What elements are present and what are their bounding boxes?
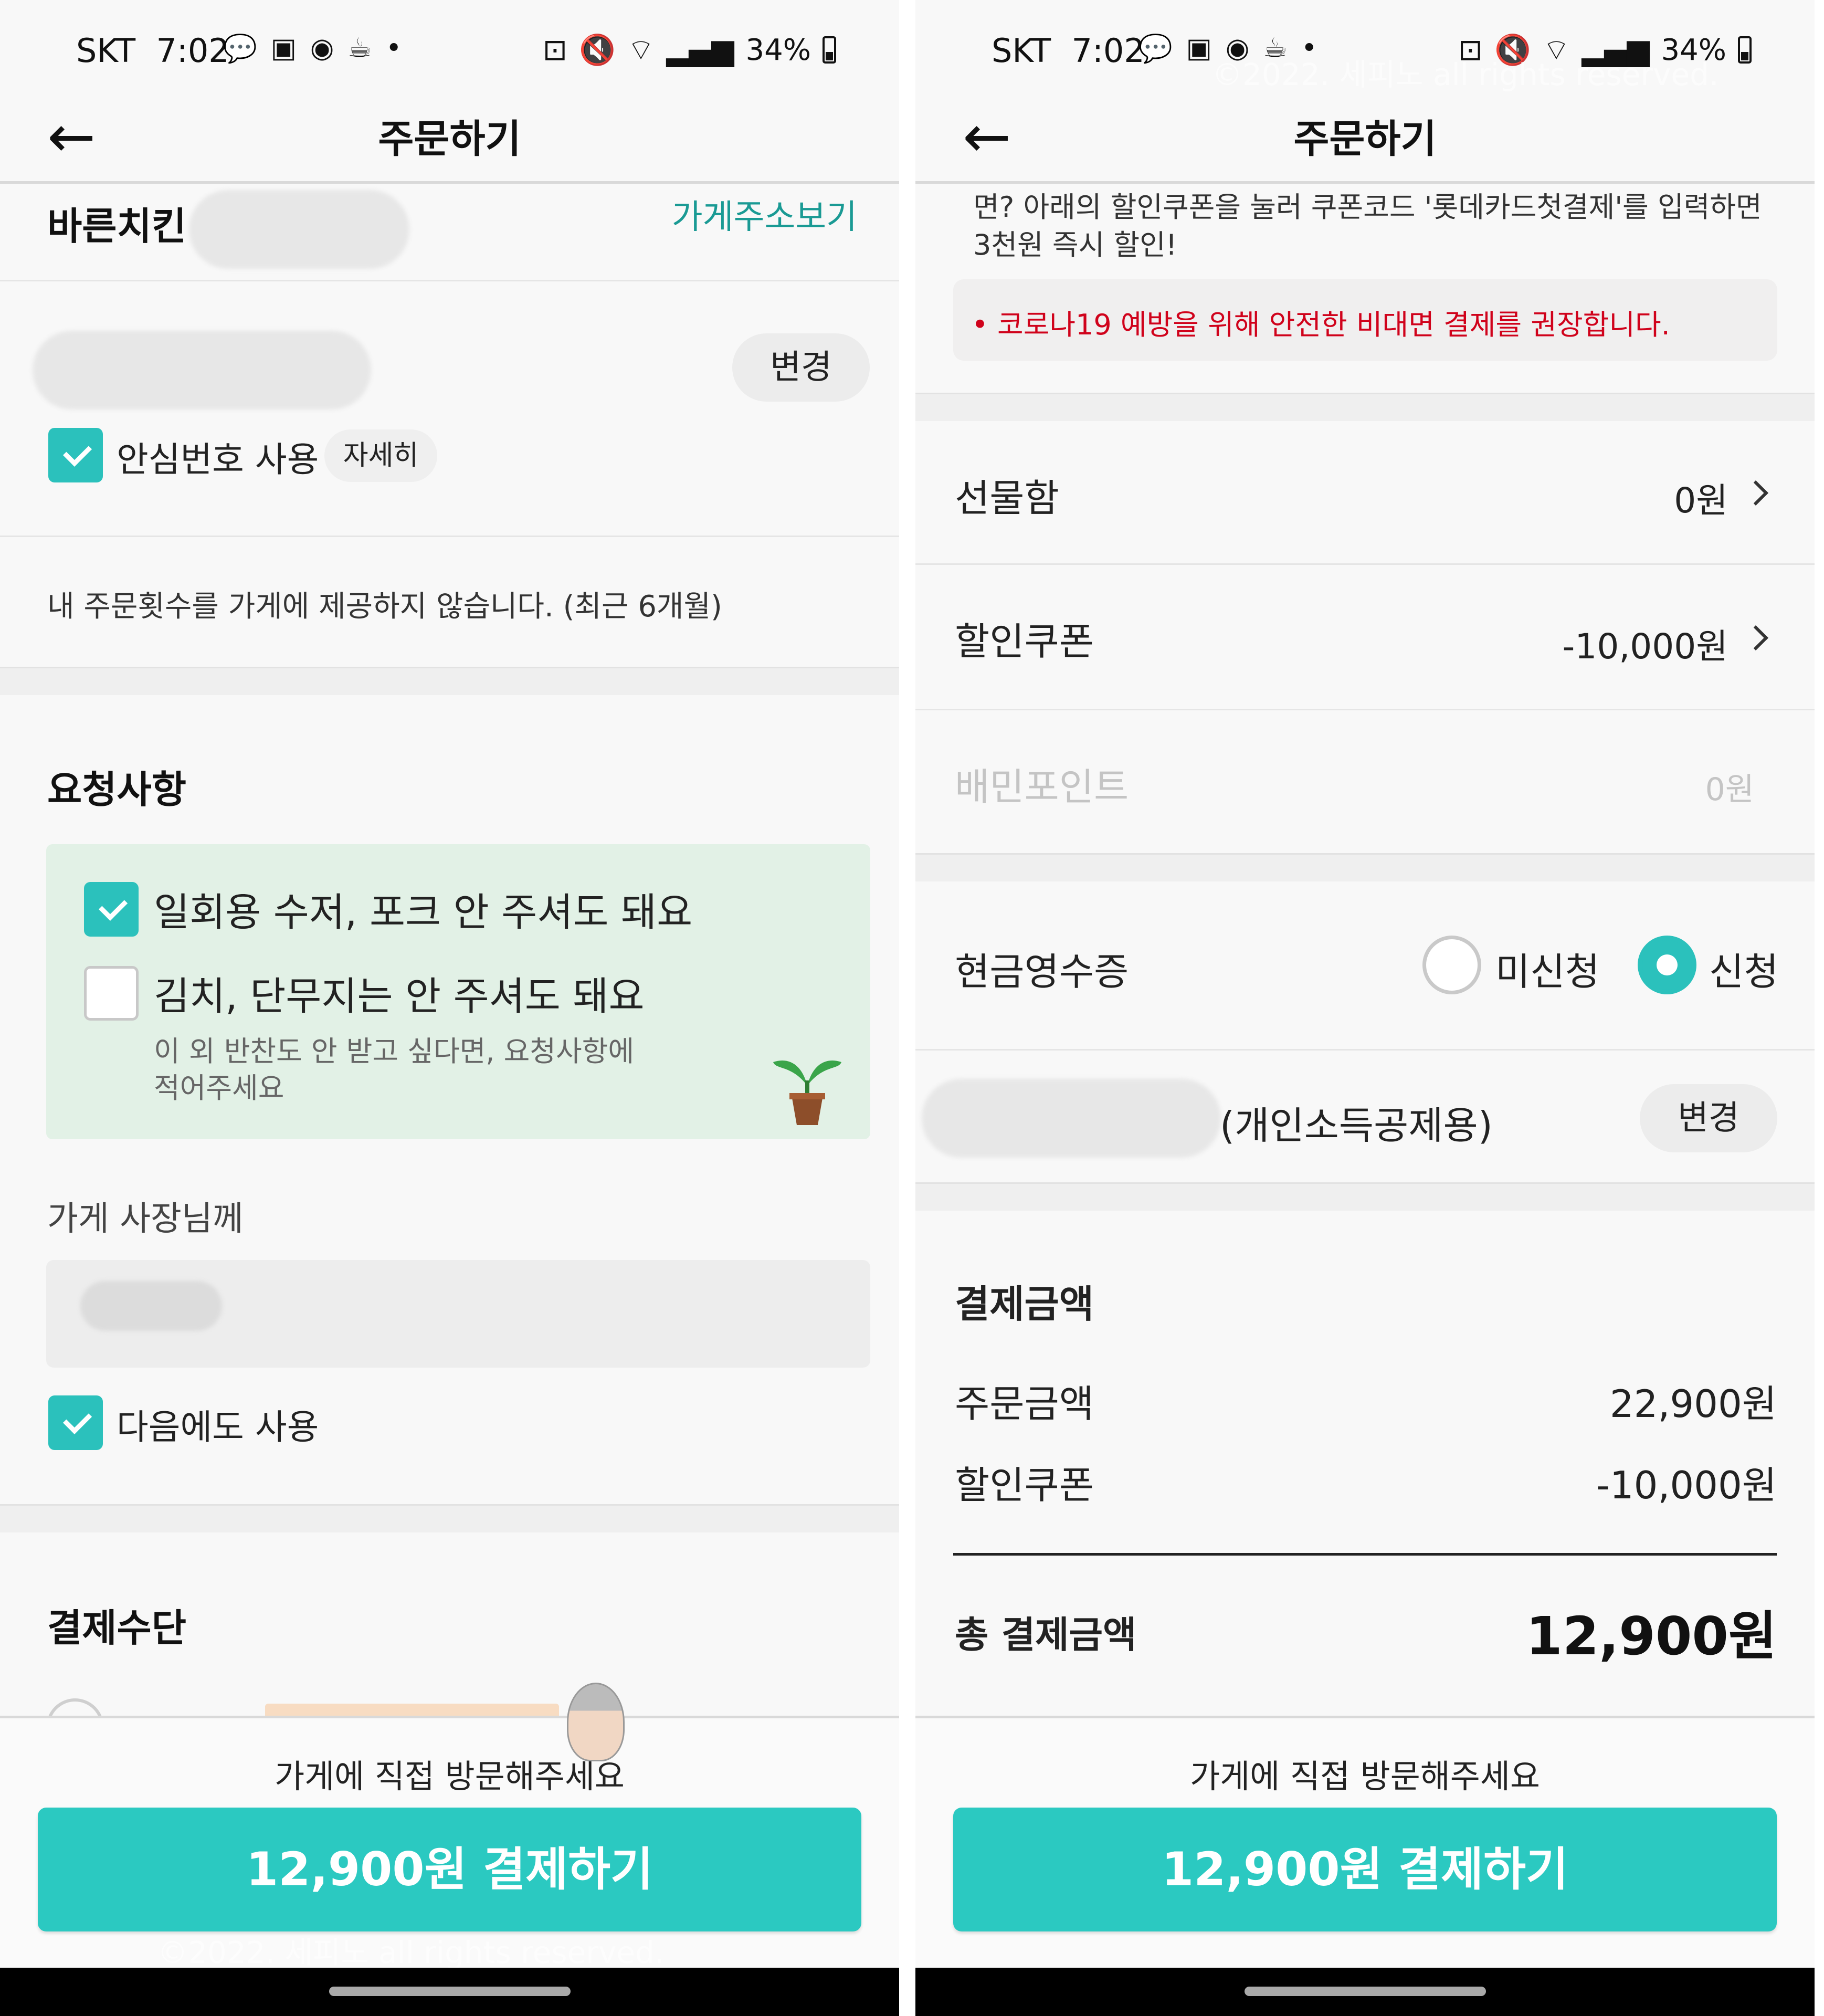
owner-request-label: 가게 사장님께 bbox=[47, 1200, 244, 1238]
request-section-title: 요청사항 bbox=[47, 768, 186, 812]
watermark-text: ©2022. 세피노 all rights reserved. bbox=[1212, 57, 1719, 92]
order-amount-value: 22,900원 bbox=[1609, 1382, 1777, 1426]
covid-notice-box: • 코로나19 예방을 위해 안전한 비대면 결제를 권장합니다. bbox=[953, 279, 1777, 361]
phone-number-redacted bbox=[33, 331, 371, 410]
watermark-text: ©2022. 세피노 all rights reserved. bbox=[157, 1935, 665, 1970]
coupon-label: 할인쿠폰 bbox=[955, 620, 1094, 664]
app-bar: ← 주문하기 bbox=[0, 100, 899, 184]
app-bar: ← 주문하기 bbox=[915, 100, 1815, 184]
summary-divider bbox=[953, 1553, 1777, 1556]
home-handle[interactable] bbox=[1244, 1987, 1486, 1996]
coffee-icon: ☕ bbox=[347, 33, 372, 64]
phone-change-button[interactable]: 변경 bbox=[732, 333, 870, 402]
system-nav-bar bbox=[0, 1968, 899, 2016]
gift-box-chevron-icon[interactable] bbox=[1743, 480, 1769, 506]
reuse-request-checkbox[interactable] bbox=[48, 1395, 103, 1450]
summary-coupon-value: -10,000원 bbox=[1596, 1463, 1777, 1507]
store-branch-redacted bbox=[189, 190, 409, 269]
points-label: 배민포인트 bbox=[955, 765, 1129, 809]
payment-method-title: 결제수단 bbox=[47, 1606, 186, 1650]
talk-icon: 💬 bbox=[1138, 33, 1173, 65]
side-hint-line-1: 이 외 반찬도 안 받고 싶다면, 요청사항에 bbox=[154, 1035, 635, 1068]
baemin-icon: ▣ bbox=[1186, 33, 1212, 64]
promo-text-line-2: 3천원 즉시 할인! bbox=[973, 228, 1177, 261]
mute-icon: 🔇 bbox=[578, 33, 616, 67]
right-screen: SKT 7:02 💬 ▣ ◉ ☕ • ⊡ 🔇 ⌔ ▂▄▆ 34% ← 주문하기 … bbox=[915, 0, 1815, 2016]
left-screen: SKT 7:02 💬 ▣ ◉ ☕ • ⊡ 🔇 ⌔ ▂▄▆ 34% ← 주문하기 … bbox=[0, 0, 899, 2016]
order-amount-label: 주문금액 bbox=[955, 1382, 1094, 1426]
talk-icon: 💬 bbox=[223, 33, 257, 65]
receipt-change-button[interactable]: 변경 bbox=[1640, 1084, 1777, 1152]
cash-receipt-yes-label[interactable]: 신청 bbox=[1709, 941, 1778, 996]
clock: 7:02 bbox=[156, 32, 229, 70]
dot-icon: • bbox=[385, 33, 402, 64]
no-sides-label: 김치, 단무지는 안 주셔도 돼요 bbox=[154, 974, 645, 1019]
safe-number-detail-button[interactable]: 자세히 bbox=[324, 429, 437, 482]
notification-icons: 💬 ▣ ◉ ☕ • bbox=[223, 33, 402, 65]
pay-button[interactable]: 12,900원 결제하기 bbox=[953, 1808, 1777, 1931]
safe-number-label: 안심번호 사용 bbox=[117, 439, 319, 480]
receipt-number-redacted bbox=[922, 1079, 1221, 1158]
page-title: 주문하기 bbox=[1293, 117, 1437, 162]
baemin-icon: ▣ bbox=[270, 33, 297, 64]
store-name: 바른치킨 bbox=[47, 204, 186, 248]
reuse-request-label: 다음에도 사용 bbox=[117, 1407, 319, 1447]
no-sides-checkbox[interactable] bbox=[84, 966, 139, 1021]
coupon-value[interactable]: -10,000원 bbox=[1563, 618, 1728, 669]
owner-request-text-redacted bbox=[80, 1281, 222, 1331]
bottom-bar: 가게에 직접 방문해주세요 12,900원 결제하기 bbox=[915, 1716, 1815, 1968]
battery-icon bbox=[1738, 36, 1752, 64]
sprout-pot-icon bbox=[771, 1049, 844, 1128]
wifi-icon: ⌔ bbox=[627, 33, 655, 67]
pay-button[interactable]: 12,900원 결제하기 bbox=[38, 1808, 861, 1931]
no-utensils-checkbox[interactable] bbox=[84, 882, 139, 937]
status-bar: SKT 7:02 💬 ▣ ◉ ☕ • ⊡ 🔇 ⌔ ▂▄▆ 34% bbox=[0, 0, 899, 100]
battery-icon bbox=[823, 36, 836, 64]
cash-receipt-yes-radio[interactable] bbox=[1638, 936, 1696, 994]
cash-receipt-label: 현금영수증 bbox=[955, 950, 1129, 994]
owner-request-input[interactable] bbox=[46, 1260, 870, 1368]
side-request-box: 일회용 수저, 포크 안 주셔도 돼요 김치, 단무지는 안 주셔도 돼요 이 … bbox=[46, 844, 870, 1139]
clock: 7:02 bbox=[1071, 32, 1145, 70]
side-hint-line-2: 적어주세요 bbox=[154, 1072, 284, 1105]
system-icons: ⊡ 🔇 ⌔ ▂▄▆ 34% bbox=[543, 32, 836, 68]
avatar bbox=[567, 1683, 625, 1761]
receipt-type-label: (개인소득공제용) bbox=[1220, 1104, 1493, 1148]
lock-icon: ⊡ bbox=[543, 33, 567, 67]
covid-notice-text: • 코로나19 예방을 위해 안전한 비대면 결제를 권장합니다. bbox=[972, 308, 1670, 341]
carrier-label: SKT bbox=[76, 32, 136, 70]
gift-box-label: 선물함 bbox=[955, 476, 1059, 520]
carrier-label: SKT bbox=[992, 32, 1051, 70]
summary-coupon-label: 할인쿠폰 bbox=[955, 1463, 1094, 1507]
home-handle[interactable] bbox=[329, 1987, 571, 1996]
visit-note: 가게에 직접 방문해주세요 bbox=[1190, 1757, 1540, 1796]
visit-note: 가게에 직접 방문해주세요 bbox=[275, 1757, 625, 1796]
total-value: 12,900원 bbox=[1526, 1605, 1777, 1667]
signal-icon: ▂▄▆ bbox=[666, 33, 734, 67]
promo-text-line-1: 면? 아래의 할인쿠폰을 눌러 쿠폰코드 '롯데카드첫결제'를 입력하면 bbox=[973, 191, 1762, 224]
page-title: 주문하기 bbox=[378, 117, 521, 162]
no-utensils-label: 일회용 수저, 포크 안 주셔도 돼요 bbox=[154, 890, 693, 935]
safe-number-checkbox[interactable] bbox=[48, 428, 103, 482]
total-label: 총 결제금액 bbox=[955, 1613, 1137, 1656]
points-value: 0원 bbox=[1705, 771, 1754, 808]
cash-receipt-no-radio[interactable] bbox=[1422, 936, 1481, 994]
store-address-link[interactable]: 가게주소보기 bbox=[672, 190, 857, 238]
battery-percent: 34% bbox=[745, 33, 811, 67]
cash-receipt-no-label[interactable]: 미신청 bbox=[1495, 941, 1600, 996]
gift-box-value[interactable]: 0원 bbox=[1674, 472, 1728, 523]
alarm-icon: ◉ bbox=[310, 33, 334, 64]
summary-title: 결제금액 bbox=[955, 1282, 1094, 1326]
coupon-chevron-icon[interactable] bbox=[1743, 625, 1769, 651]
order-count-notice: 내 주문횟수를 가게에 제공하지 않습니다. (최근 6개월) bbox=[47, 590, 722, 624]
system-nav-bar bbox=[915, 1968, 1815, 2016]
